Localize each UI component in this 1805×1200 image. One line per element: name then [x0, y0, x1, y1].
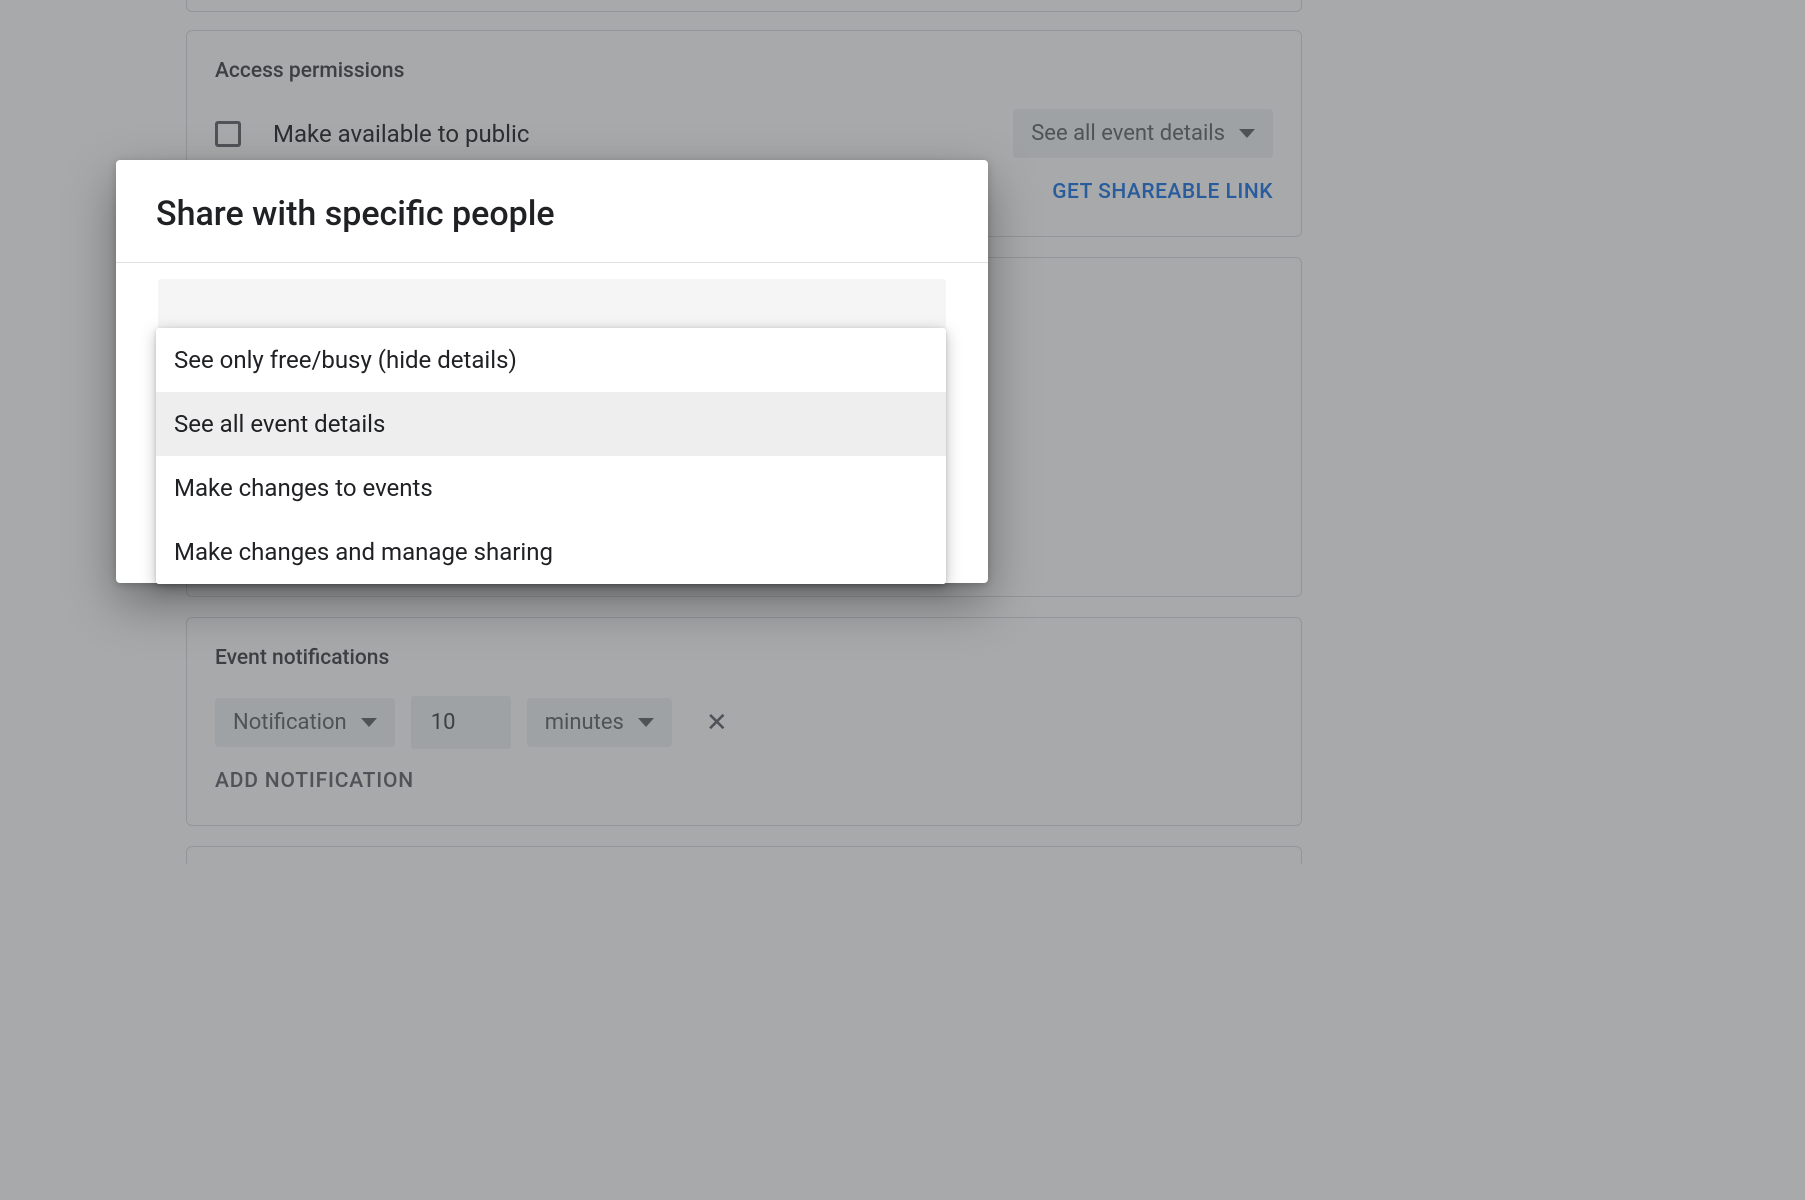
permission-option-make-changes[interactable]: Make changes to events: [156, 456, 946, 520]
permission-option-manage-sharing[interactable]: Make changes and manage sharing: [156, 520, 946, 584]
permission-dropdown-menu: See only free/busy (hide details) See al…: [156, 328, 946, 584]
share-dialog-header: Share with specific people: [116, 160, 988, 263]
permission-option-free-busy[interactable]: See only free/busy (hide details): [156, 328, 946, 392]
add-people-input[interactable]: [158, 279, 946, 335]
share-dialog-title: Share with specific people: [156, 194, 948, 234]
permission-option-see-all[interactable]: See all event details: [156, 392, 946, 456]
page-root: Access permissions Make available to pub…: [0, 0, 1805, 1200]
